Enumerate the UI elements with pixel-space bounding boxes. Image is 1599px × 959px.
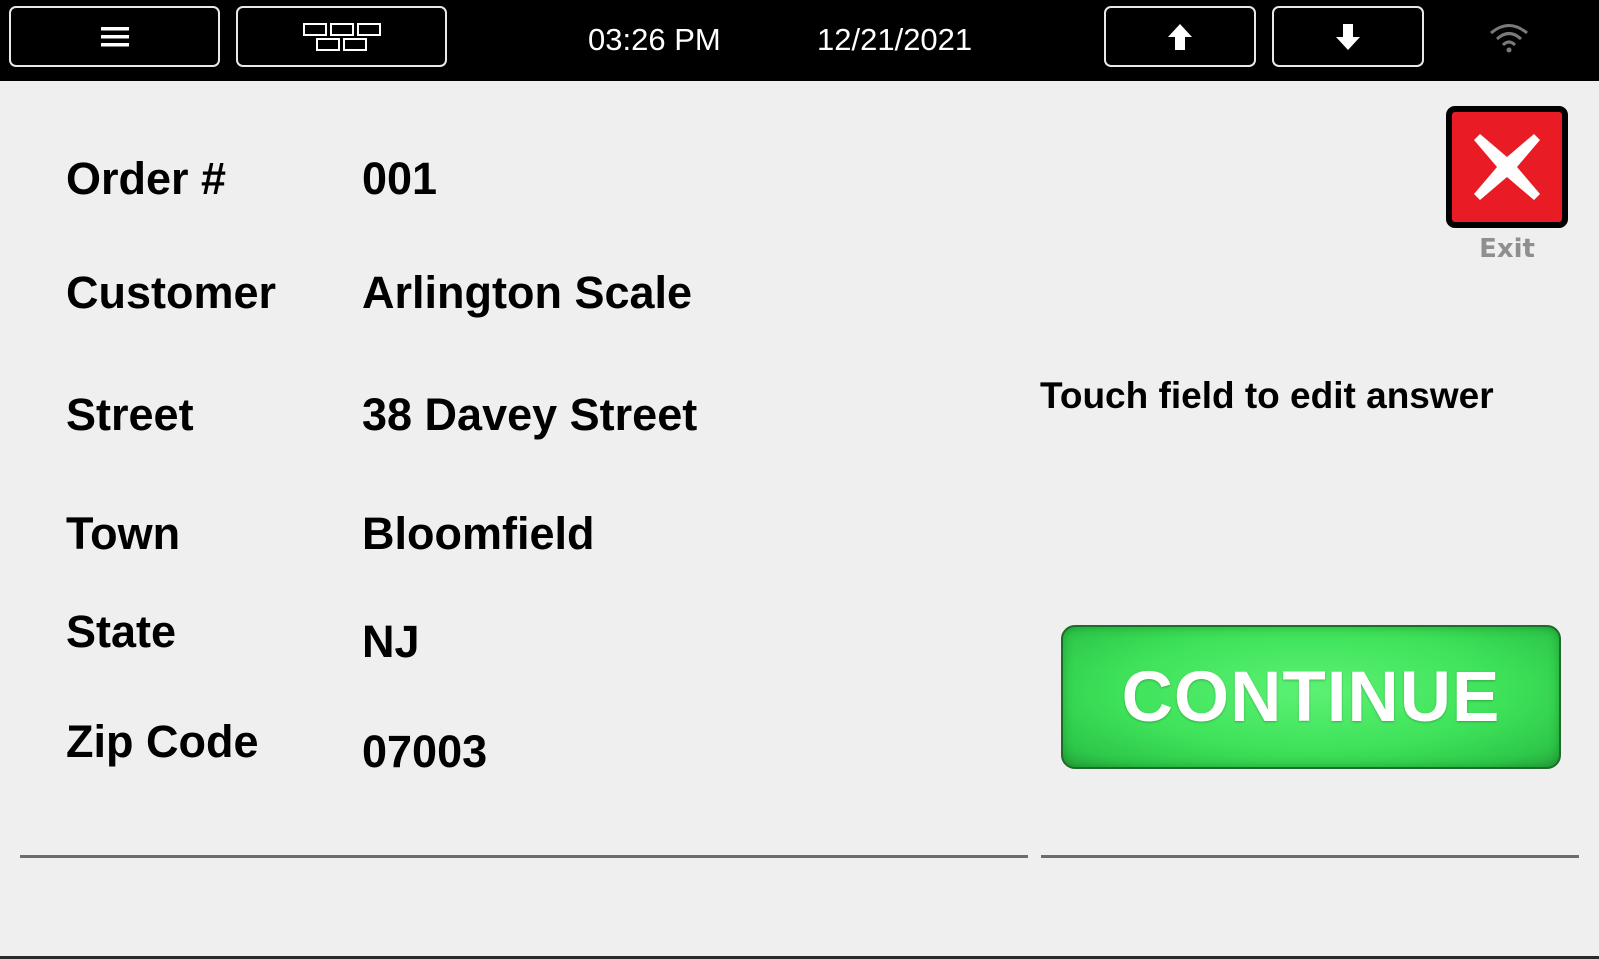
arrow-down-icon [1336,23,1360,50]
arrow-up-icon [1168,23,1192,50]
town-label: Town [66,508,181,559]
field-row-street[interactable]: Street 38 Davey Street [0,389,900,449]
zip-code-value[interactable]: 07003 [362,726,487,778]
edit-hint-text: Touch field to edit answer [1040,375,1494,416]
zip-code-label: Zip Code [66,716,259,767]
exit-button[interactable] [1446,106,1568,228]
close-icon [1474,134,1540,200]
continue-label: CONTINUE [1121,657,1501,737]
divider-left [20,855,1028,858]
top-toolbar: 03:26 PM 12/21/2021 [0,0,1599,81]
scroll-down-button[interactable] [1272,6,1424,67]
scroll-up-button[interactable] [1104,6,1256,67]
order-number-label: Order # [66,153,227,204]
street-value[interactable]: 38 Davey Street [362,389,697,441]
street-label: Street [66,389,194,440]
town-value[interactable]: Bloomfield [362,508,595,560]
field-row-town[interactable]: Town Bloomfield [0,508,900,568]
clock-time: 03:26 PM [588,22,721,57]
field-row-zip-code[interactable]: Zip Code 07003 [0,716,900,778]
wifi-icon [1490,24,1528,53]
state-label: State [66,606,177,657]
continue-button[interactable]: CONTINUE [1061,625,1561,769]
field-row-customer[interactable]: Customer Arlington Scale [0,267,900,327]
field-row-order-number[interactable]: Order # 001 [0,153,900,213]
customer-value[interactable]: Arlington Scale [362,267,692,319]
exit-label: Exit [1479,234,1535,264]
divider-right [1041,855,1579,858]
field-row-state[interactable]: State NJ [0,606,900,668]
order-number-value[interactable]: 001 [362,153,437,205]
tile-view-button[interactable] [236,6,447,67]
hamburger-menu-icon [100,26,129,46]
state-value[interactable]: NJ [362,616,420,668]
menu-button[interactable] [9,6,220,67]
customer-label: Customer [66,267,277,318]
tile-grid-icon [302,22,381,51]
clock-date: 12/21/2021 [817,22,973,57]
